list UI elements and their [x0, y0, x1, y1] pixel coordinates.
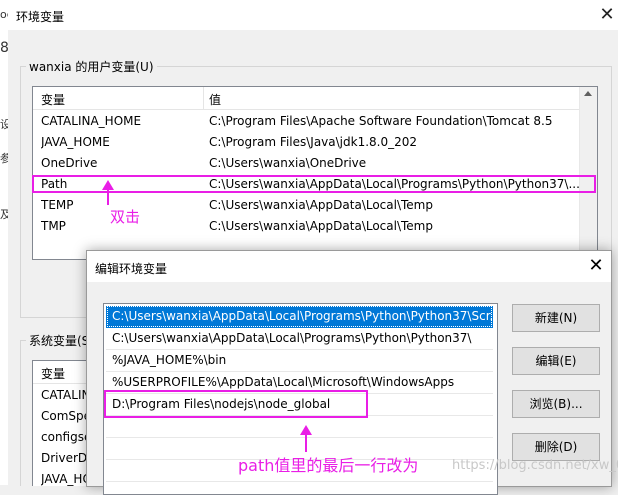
user-vars-header: 变量 值 — [33, 87, 597, 110]
path-entry-text: C:\Users\wanxia\AppData\Local\Programs\P… — [112, 331, 472, 345]
var-name: CATALINA_HOME — [41, 114, 142, 128]
background-fragment: 8 — [0, 40, 8, 56]
column-divider[interactable] — [203, 87, 204, 109]
user-vars-group-label: wanxia 的用户变量(U) — [26, 58, 157, 75]
user-var-row[interactable]: JAVA_HOME C:\Program Files\Java\jdk1.8.0… — [33, 132, 597, 153]
var-name: ComSpe — [41, 409, 92, 423]
edit-dialog-title-bar: 编辑环境变量 ✕ — [87, 251, 611, 282]
path-entry-text: C:\Users\wanxia\AppData\Local\Programs\P… — [112, 309, 498, 323]
var-value: C:\Users\wanxia\AppData\Local\Temp — [209, 219, 433, 233]
path-entry[interactable]: C:\Users\wanxia\AppData\Local\Programs\P… — [106, 328, 493, 350]
user-var-row[interactable]: OneDrive C:\Users\wanxia\OneDrive — [33, 153, 597, 174]
var-name: JAVA_HO — [41, 472, 92, 486]
outer-close-icon[interactable]: ✕ — [596, 4, 618, 26]
var-value: C:\Program Files\Apache Software Foundat… — [209, 114, 553, 128]
var-value: C:\Users\wanxia\OneDrive — [209, 156, 367, 170]
outer-title-bar — [8, 0, 618, 30]
background-fragment: 及 — [0, 208, 8, 221]
edit-button[interactable]: 编辑(E) — [512, 347, 600, 375]
var-value: C:\Users\wanxia\AppData\Local\Temp — [209, 198, 433, 212]
background-fragment: 设 — [0, 118, 8, 131]
annotation-double-click: 双击 — [110, 208, 141, 226]
scroll-up-icon[interactable] — [584, 91, 592, 96]
column-header-variable[interactable]: 变量 — [41, 91, 65, 108]
path-row-highlight — [32, 175, 596, 193]
background-fragment: oc — [0, 8, 8, 21]
annotation-path-note: path值里的最后一行改为 — [238, 456, 419, 475]
var-name: configse — [41, 430, 92, 444]
background-fragment: 参 — [0, 152, 8, 165]
node-global-highlight — [104, 390, 368, 418]
path-entry-text: %USERPROFILE%\AppData\Local\Microsoft\Wi… — [112, 375, 455, 389]
edit-dialog-title: 编辑环境变量 — [95, 262, 168, 276]
arrow-shaft — [107, 189, 109, 205]
path-entry[interactable]: %JAVA_HOME%\bin — [106, 350, 493, 372]
var-name: DriverD — [41, 451, 88, 465]
user-var-row[interactable]: CATALINA_HOME C:\Program Files\Apache So… — [33, 111, 597, 132]
delete-button[interactable]: 删除(D) — [512, 433, 600, 461]
path-entry-selected[interactable]: C:\Users\wanxia\AppData\Local\Programs\P… — [106, 306, 497, 328]
system-vars-group-label: 系统变量(S — [26, 332, 93, 349]
user-vars-list[interactable]: 变量 值 CATALINA_HOME C:\Program Files\Apac… — [32, 86, 598, 260]
watermark: https://blog.csdn.net/xw_009 — [452, 458, 618, 473]
outer-dialog-title: 环境变量 — [16, 10, 65, 24]
edit-close-icon[interactable]: ✕ — [585, 255, 607, 277]
new-button[interactable]: 新建(N) — [512, 304, 600, 332]
column-header-value[interactable]: 值 — [209, 91, 221, 108]
column-header-variable[interactable]: 变量 — [41, 365, 65, 382]
browse-button[interactable]: 浏览(B)... — [512, 390, 600, 418]
user-vars-scrollbar[interactable] — [579, 87, 597, 259]
arrow-shaft — [305, 434, 307, 452]
var-name: OneDrive — [41, 156, 98, 170]
var-name: JAVA_HOME — [41, 135, 110, 149]
path-entry-text: %JAVA_HOME%\bin — [112, 353, 227, 367]
var-value: C:\Program Files\Java\jdk1.8.0_202 — [209, 135, 418, 149]
